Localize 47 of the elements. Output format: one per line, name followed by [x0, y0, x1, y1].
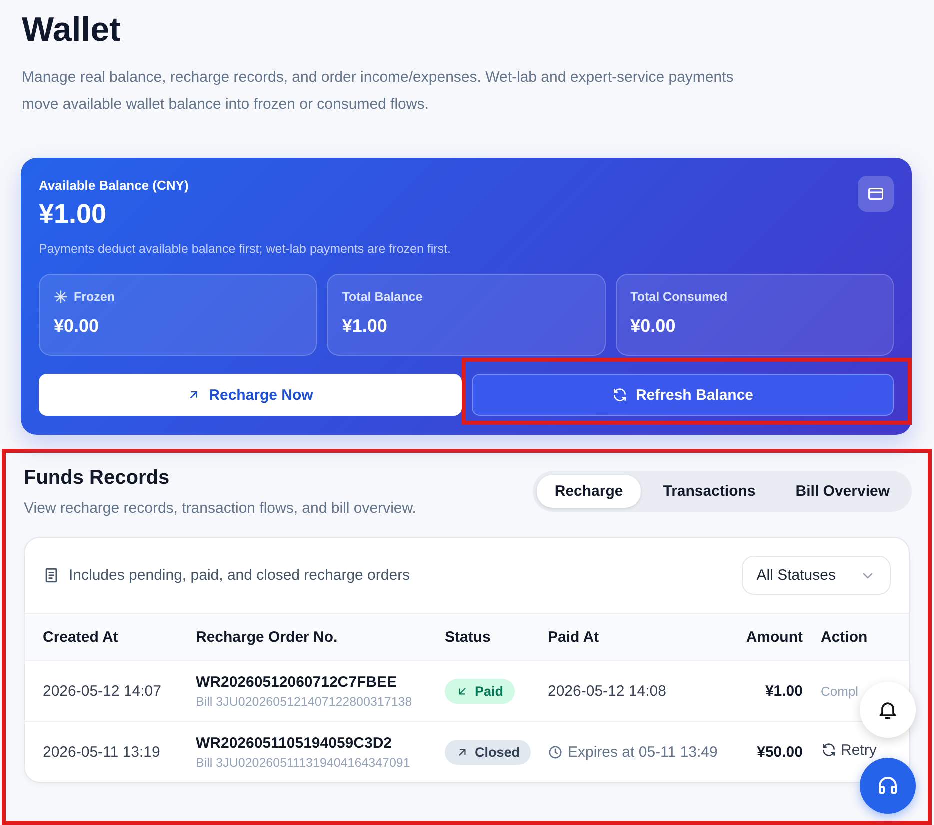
stat-value: ¥1.00: [342, 316, 388, 337]
order-number: WR2026051105194059C3D2: [196, 734, 393, 752]
amount-cell-text: ¥50.00: [756, 744, 803, 760]
tab[interactable]: Bill Overview: [778, 475, 908, 508]
section-title: Funds Records: [24, 467, 171, 490]
refresh-button[interactable]: Refresh Balance: [472, 374, 894, 416]
column-header: Recharge Order No.: [196, 628, 339, 646]
order-number: WR20260512060712C7FBEE: [196, 674, 398, 690]
stat-value: ¥0.00: [630, 316, 677, 337]
recharge-button[interactable]: Recharge Now: [39, 374, 462, 416]
receipt-icon: [43, 567, 60, 584]
page-title: Wallet: [22, 10, 122, 51]
bill-number: Bill 3JU0202605111319404164347091: [196, 756, 412, 770]
section-subtitle: View recharge records, transaction flows, and bill overview.: [24, 500, 416, 517]
bill-number: Bill 3JU0202605121407122800317138: [196, 694, 414, 708]
stat-label: Frozen: [74, 290, 115, 304]
retry-button[interactable]: Retry: [821, 742, 877, 759]
balance-amount: ¥1.00: [39, 199, 108, 230]
column-header: Status: [445, 628, 492, 646]
refresh-icon: [821, 742, 837, 758]
column-header: Created At: [43, 628, 120, 646]
stat-label: Total Consumed: [630, 290, 728, 304]
balance-note: Payments deduct available balance first; wet-lab payments are frozen first.: [39, 242, 452, 256]
refresh-icon: [612, 387, 628, 403]
stat-label: Total Balance: [342, 290, 423, 304]
action-text: Compl: [821, 684, 859, 698]
support-button[interactable]: [860, 758, 916, 814]
table-cell-text: 2026-05-12 14:07: [43, 682, 162, 700]
credit-card-icon: [867, 185, 885, 203]
status-badge: Closed: [445, 740, 532, 764]
expiry-text: Expires at 05-11 13:49: [568, 744, 718, 760]
column-header: Amount: [745, 628, 803, 646]
clock-icon: [548, 744, 563, 760]
tab[interactable]: Recharge: [536, 475, 642, 508]
status-badge: Paid: [445, 678, 515, 704]
page-description: Manage real balance, recharge records, and order income/expenses. Wet-lab and expert-service payments move available wallet balance into frozen or consumed flows.: [22, 68, 735, 115]
snowflake-icon: [54, 290, 68, 304]
column-header: Paid At: [548, 628, 600, 646]
table-cell-text: 2026-05-12 14:08: [548, 682, 668, 700]
tab[interactable]: Transactions: [645, 475, 774, 508]
status-dropdown[interactable]: All Statuses: [742, 556, 891, 595]
amount-cell-text: ¥1.00: [764, 682, 803, 700]
filter-note: Includes pending, paid, and closed recharge orders: [69, 567, 410, 584]
table-cell-text: 2026-05-11 13:19: [43, 744, 162, 760]
stat-value: ¥0.00: [54, 316, 100, 337]
column-header: Action: [820, 628, 869, 646]
balance-label: Available Balance (CNY): [39, 178, 190, 193]
